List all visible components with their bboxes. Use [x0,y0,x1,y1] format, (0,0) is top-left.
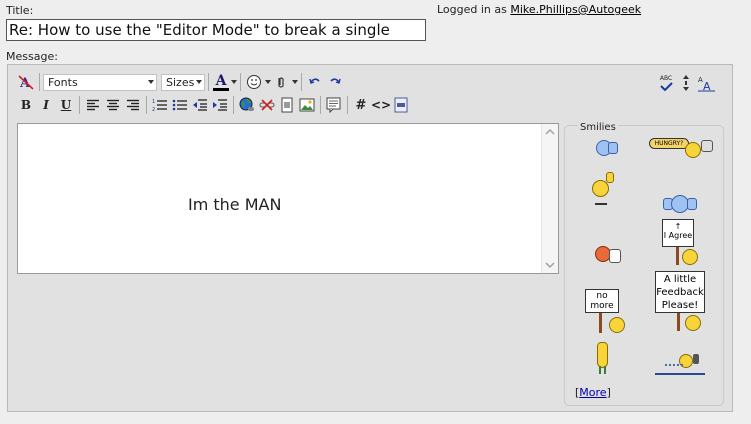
smiley-hungry[interactable]: HUNGRY? [649,136,717,162]
smiley-thumbs-up[interactable] [594,137,622,159]
toolbar-separator [39,73,40,91]
toolbar-separator [240,73,241,91]
resize-icon[interactable] [676,73,696,93]
title-label: Title: [6,4,34,17]
unlink-icon[interactable] [257,95,277,115]
remove-format-icon[interactable]: A [16,72,36,92]
message-textarea[interactable]: Im the MAN [17,123,559,274]
message-label: Message: [6,50,58,63]
toolbar-separator [347,96,348,114]
underline-button[interactable]: U [56,95,76,115]
spellcheck-icon[interactable]: ABC [656,73,676,93]
smiley-no-more[interactable]: no more [585,289,633,335]
agree-text: I Agree [663,231,693,240]
svg-text:1: 1 [152,99,155,105]
redo-icon[interactable] [325,72,345,92]
align-left-icon[interactable] [83,95,103,115]
toolbar-separator [301,73,302,91]
undo-icon[interactable] [305,72,325,92]
size-select[interactable]: Sizes [161,73,205,91]
toolbar-row-2: B I U 12 # <> [16,95,411,115]
font-color-glyph: A [215,72,227,89]
hungry-text: HUNGRY? [649,138,689,149]
hash-icon[interactable]: # [351,95,371,115]
feedback-text: A little Feedback Please! [655,271,705,313]
logged-in-text: Logged in as Mike.Phillips@Autogeek [437,3,641,16]
size-select-value: Sizes [166,75,195,89]
title-input[interactable]: Re: How to use the "Editor Mode" to brea… [6,19,426,41]
php-icon[interactable] [391,95,411,115]
code-icon[interactable]: <> [371,95,391,115]
smiley-i-agree[interactable]: ↑ I Agree [660,219,708,267]
message-editor: A Fonts Sizes A ABC A A B I U 1 2 # <> I… [7,64,733,412]
quote-icon[interactable] [324,95,344,115]
toolbar-separator [79,96,80,114]
toolbar-row-1: A Fonts Sizes A [16,72,345,92]
insert-file-icon[interactable] [277,95,297,115]
bold-button[interactable]: B [16,95,36,115]
more-smilies-link[interactable]: [More] [575,386,611,399]
chevron-down-icon[interactable] [292,80,298,84]
agree-sign: ↑ I Agree [662,219,694,247]
attachment-icon[interactable] [271,72,291,92]
more-label[interactable]: More [579,386,606,399]
font-size-icon[interactable]: AA [696,73,716,93]
message-content: Im the MAN [188,195,282,214]
font-select[interactable]: Fonts [43,73,157,91]
toolbar-separator [320,96,321,114]
logged-in-prefix: Logged in as [437,3,511,16]
insert-image-icon[interactable] [297,95,317,115]
svg-text:A: A [703,80,711,92]
smiley-feedback-please[interactable]: A little Feedback Please! [655,271,709,333]
toolbar-separator [208,73,209,91]
toolbar-separator [233,96,234,114]
toolbar-separator [146,96,147,114]
unordered-list-icon[interactable] [170,95,190,115]
align-center-icon[interactable] [103,95,123,115]
more-bracket-close: ] [606,386,611,399]
smiley-two-thumbs[interactable] [663,192,699,216]
chevron-down-icon[interactable] [231,80,237,84]
no-more-text: no more [585,289,619,313]
smilies-panel: Smilies HUNGRY? ↑ I Agree no more A litt… [564,122,724,406]
ordered-list-icon[interactable]: 12 [150,95,170,115]
font-color-icon[interactable]: A [212,72,230,92]
smiley-icon[interactable] [244,72,264,92]
indent-icon[interactable] [210,95,230,115]
insert-link-icon[interactable] [237,95,257,115]
smiley-angry[interactable] [593,243,623,265]
italic-button[interactable]: I [36,95,56,115]
smiley-waving[interactable] [589,172,617,205]
smilies-legend: Smilies [578,122,618,133]
outdent-icon[interactable] [190,95,210,115]
username-link[interactable]: Mike.Phillips@Autogeek [510,3,641,16]
smiley-banana[interactable] [593,340,613,376]
textarea-scrollbar[interactable] [541,124,558,273]
align-right-icon[interactable] [123,95,143,115]
svg-text:2: 2 [152,107,155,112]
toolbar-row-1-right: ABC AA [656,73,716,93]
font-select-value: Fonts [48,75,78,89]
smiley-running[interactable] [655,352,709,378]
